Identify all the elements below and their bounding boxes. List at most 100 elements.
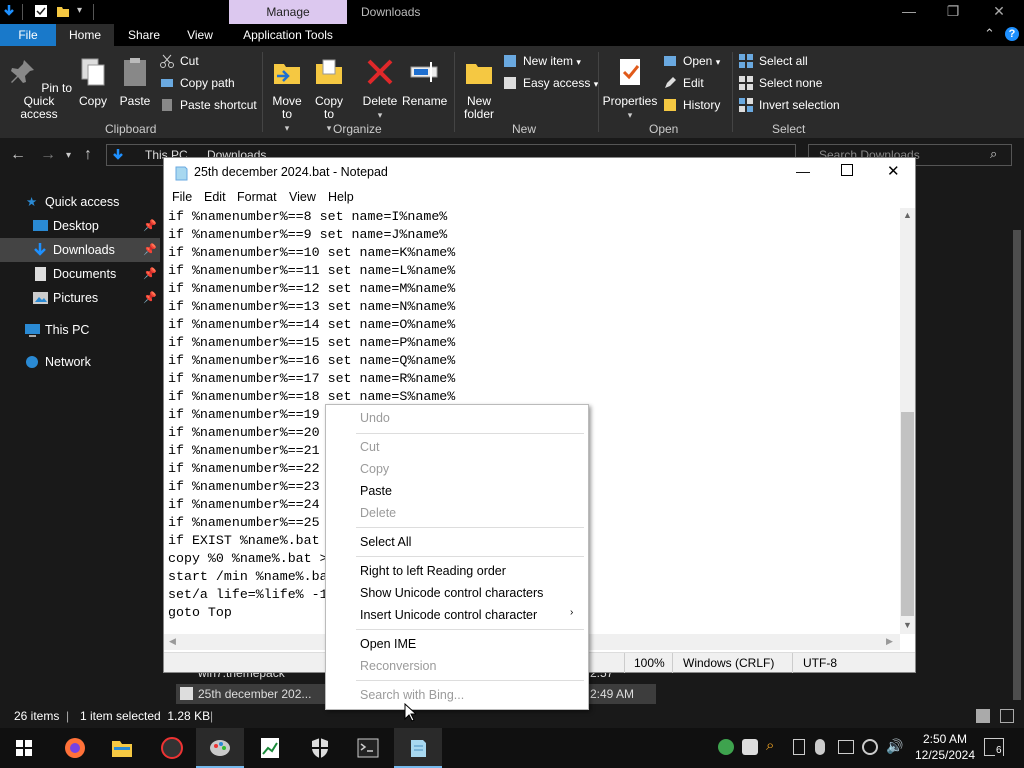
scrollbar-thumb[interactable] xyxy=(901,412,914,616)
menu-item-insert-unicode[interactable]: Insert Unicode control character xyxy=(360,604,537,626)
menu-edit[interactable]: Edit xyxy=(204,190,226,204)
menu-item-open-ime[interactable]: Open IME xyxy=(360,633,416,655)
menu-item-rtl-reading-order[interactable]: Right to left Reading order xyxy=(360,560,506,582)
tray-network-icon[interactable] xyxy=(838,740,854,754)
menu-help[interactable]: Help xyxy=(328,190,354,204)
tray-app-icon[interactable] xyxy=(718,739,734,755)
details-view-icon[interactable] xyxy=(976,709,990,723)
taskbar-firefox[interactable] xyxy=(50,728,98,768)
pin-to-quick-access-button[interactable]: Pin to Quick access xyxy=(4,56,74,121)
forward-arrow-icon[interactable]: → xyxy=(40,146,56,164)
new-folder-button[interactable]: New folder xyxy=(458,56,500,121)
recent-locations-icon[interactable]: ▾ xyxy=(66,150,71,161)
menu-item-cut[interactable]: Cut xyxy=(360,436,379,458)
sidebar-item-quick-access[interactable]: ★ Quick access xyxy=(0,190,160,214)
scrollbar-thumb[interactable] xyxy=(1013,230,1021,700)
edit-button[interactable]: Edit xyxy=(663,73,704,93)
sidebar-item-this-pc[interactable]: This PC xyxy=(0,318,160,342)
copy-path-button[interactable]: Copy path xyxy=(160,73,235,93)
minimize-icon[interactable]: — xyxy=(886,0,932,24)
minimize-icon[interactable]: — xyxy=(796,163,810,179)
sidebar-item-network[interactable]: Network xyxy=(0,350,160,374)
back-arrow-icon[interactable]: ← xyxy=(10,146,26,164)
file-list-scrollbar[interactable] xyxy=(1010,174,1024,704)
menu-item-copy[interactable]: Copy xyxy=(360,458,389,480)
code-line: if %namenumber%==9 set name=J%name% xyxy=(168,227,448,242)
sidebar-label: This PC xyxy=(45,323,90,337)
properties-check-icon[interactable] xyxy=(34,4,48,18)
menu-item-reconversion[interactable]: Reconversion xyxy=(360,655,436,677)
sidebar-label: Pictures xyxy=(53,291,99,305)
scroll-down-icon[interactable]: ▼ xyxy=(903,620,912,630)
properties-button[interactable]: Properties ▾ xyxy=(602,56,658,122)
tray-app-icon[interactable] xyxy=(862,739,878,755)
menu-item-show-unicode[interactable]: Show Unicode control characters xyxy=(360,582,543,604)
new-folder-qat-icon[interactable] xyxy=(56,4,70,18)
taskbar-app[interactable] xyxy=(148,728,196,768)
taskbar: ⌕ 🔊 2:50 AM 12/25/2024 6 xyxy=(0,728,1024,768)
tab-share[interactable]: Share xyxy=(120,24,168,46)
cut-button[interactable]: Cut xyxy=(160,51,199,71)
menu-separator xyxy=(356,527,584,528)
copy-button[interactable]: Copy xyxy=(76,56,110,108)
tab-view[interactable]: View xyxy=(178,24,222,46)
rename-button[interactable]: Rename xyxy=(402,56,447,108)
tray-volume-icon[interactable]: 🔊 xyxy=(886,738,903,755)
taskbar-spreadsheet[interactable] xyxy=(246,728,294,768)
invert-selection-button[interactable]: Invert selection xyxy=(739,95,840,115)
menu-format[interactable]: Format xyxy=(237,190,277,204)
large-icons-view-icon[interactable] xyxy=(1000,709,1014,723)
tray-usb-icon[interactable] xyxy=(793,739,805,755)
taskbar-file-explorer[interactable] xyxy=(98,728,146,768)
collapse-ribbon-icon[interactable]: ⌃ xyxy=(984,26,995,42)
sidebar-item-desktop[interactable]: Desktop 📌 xyxy=(0,214,160,238)
tray-clock[interactable]: 2:50 AM 12/25/2024 xyxy=(908,731,982,763)
tray-shield-icon[interactable] xyxy=(742,739,758,755)
menu-item-delete[interactable]: Delete xyxy=(360,502,396,524)
taskbar-paint[interactable] xyxy=(196,728,244,768)
sidebar-item-pictures[interactable]: Pictures 📌 xyxy=(0,286,160,310)
tab-home[interactable]: Home xyxy=(56,24,114,46)
maximize-icon[interactable] xyxy=(841,164,853,176)
easy-access-label: Easy access xyxy=(523,76,591,90)
delete-button[interactable]: Delete ▾ xyxy=(360,56,400,122)
restore-icon[interactable]: ❐ xyxy=(930,0,976,24)
move-to-button[interactable]: Move to ▾ xyxy=(268,56,306,135)
new-item-button[interactable]: New item ▾ xyxy=(503,51,581,71)
menu-item-undo[interactable]: Undo xyxy=(360,407,390,429)
start-button[interactable] xyxy=(0,728,48,768)
action-center-icon[interactable]: 6 xyxy=(984,738,1004,756)
tab-application-tools[interactable]: Application Tools xyxy=(232,24,344,46)
taskbar-terminal[interactable] xyxy=(344,728,392,768)
menu-view[interactable]: View xyxy=(289,190,316,204)
scroll-right-icon[interactable]: ▶ xyxy=(886,636,893,647)
help-icon[interactable]: ? xyxy=(1005,27,1019,41)
tray-microphone-icon[interactable] xyxy=(815,739,825,755)
qat-dropdown-icon[interactable]: ▾ xyxy=(77,5,82,16)
menu-item-paste[interactable]: Paste xyxy=(360,480,392,502)
select-none-button[interactable]: Select none xyxy=(739,73,822,93)
sidebar-item-downloads[interactable]: Downloads 📌 xyxy=(0,238,160,262)
select-all-button[interactable]: Select all xyxy=(739,51,808,71)
history-button[interactable]: History xyxy=(663,95,720,115)
tab-file[interactable]: File xyxy=(0,24,56,46)
paste-shortcut-button[interactable]: Paste shortcut xyxy=(160,95,257,115)
scroll-up-icon[interactable]: ▲ xyxy=(903,210,912,220)
paste-button[interactable]: Paste xyxy=(118,56,152,108)
open-button[interactable]: Open ▾ xyxy=(663,51,720,71)
up-arrow-icon[interactable]: ↑ xyxy=(84,146,92,164)
easy-access-button[interactable]: Easy access ▾ xyxy=(503,73,598,93)
menu-file[interactable]: File xyxy=(172,190,192,204)
tray-search-icon[interactable]: ⌕ xyxy=(766,737,774,754)
scroll-left-icon[interactable]: ◀ xyxy=(169,636,176,647)
taskbar-defender[interactable] xyxy=(296,728,344,768)
download-arrow-icon[interactable] xyxy=(2,4,16,18)
sidebar-item-documents[interactable]: Documents 📌 xyxy=(0,262,160,286)
notepad-vertical-scrollbar[interactable]: ▲ ▼ xyxy=(900,208,915,634)
close-icon[interactable]: ✕ xyxy=(976,0,1022,24)
ribbon-separator xyxy=(732,52,733,132)
close-icon[interactable]: ✕ xyxy=(887,162,900,180)
menu-item-select-all[interactable]: Select All xyxy=(360,531,411,553)
taskbar-notepad[interactable] xyxy=(394,728,442,768)
manage-tab[interactable]: Manage xyxy=(229,0,347,24)
